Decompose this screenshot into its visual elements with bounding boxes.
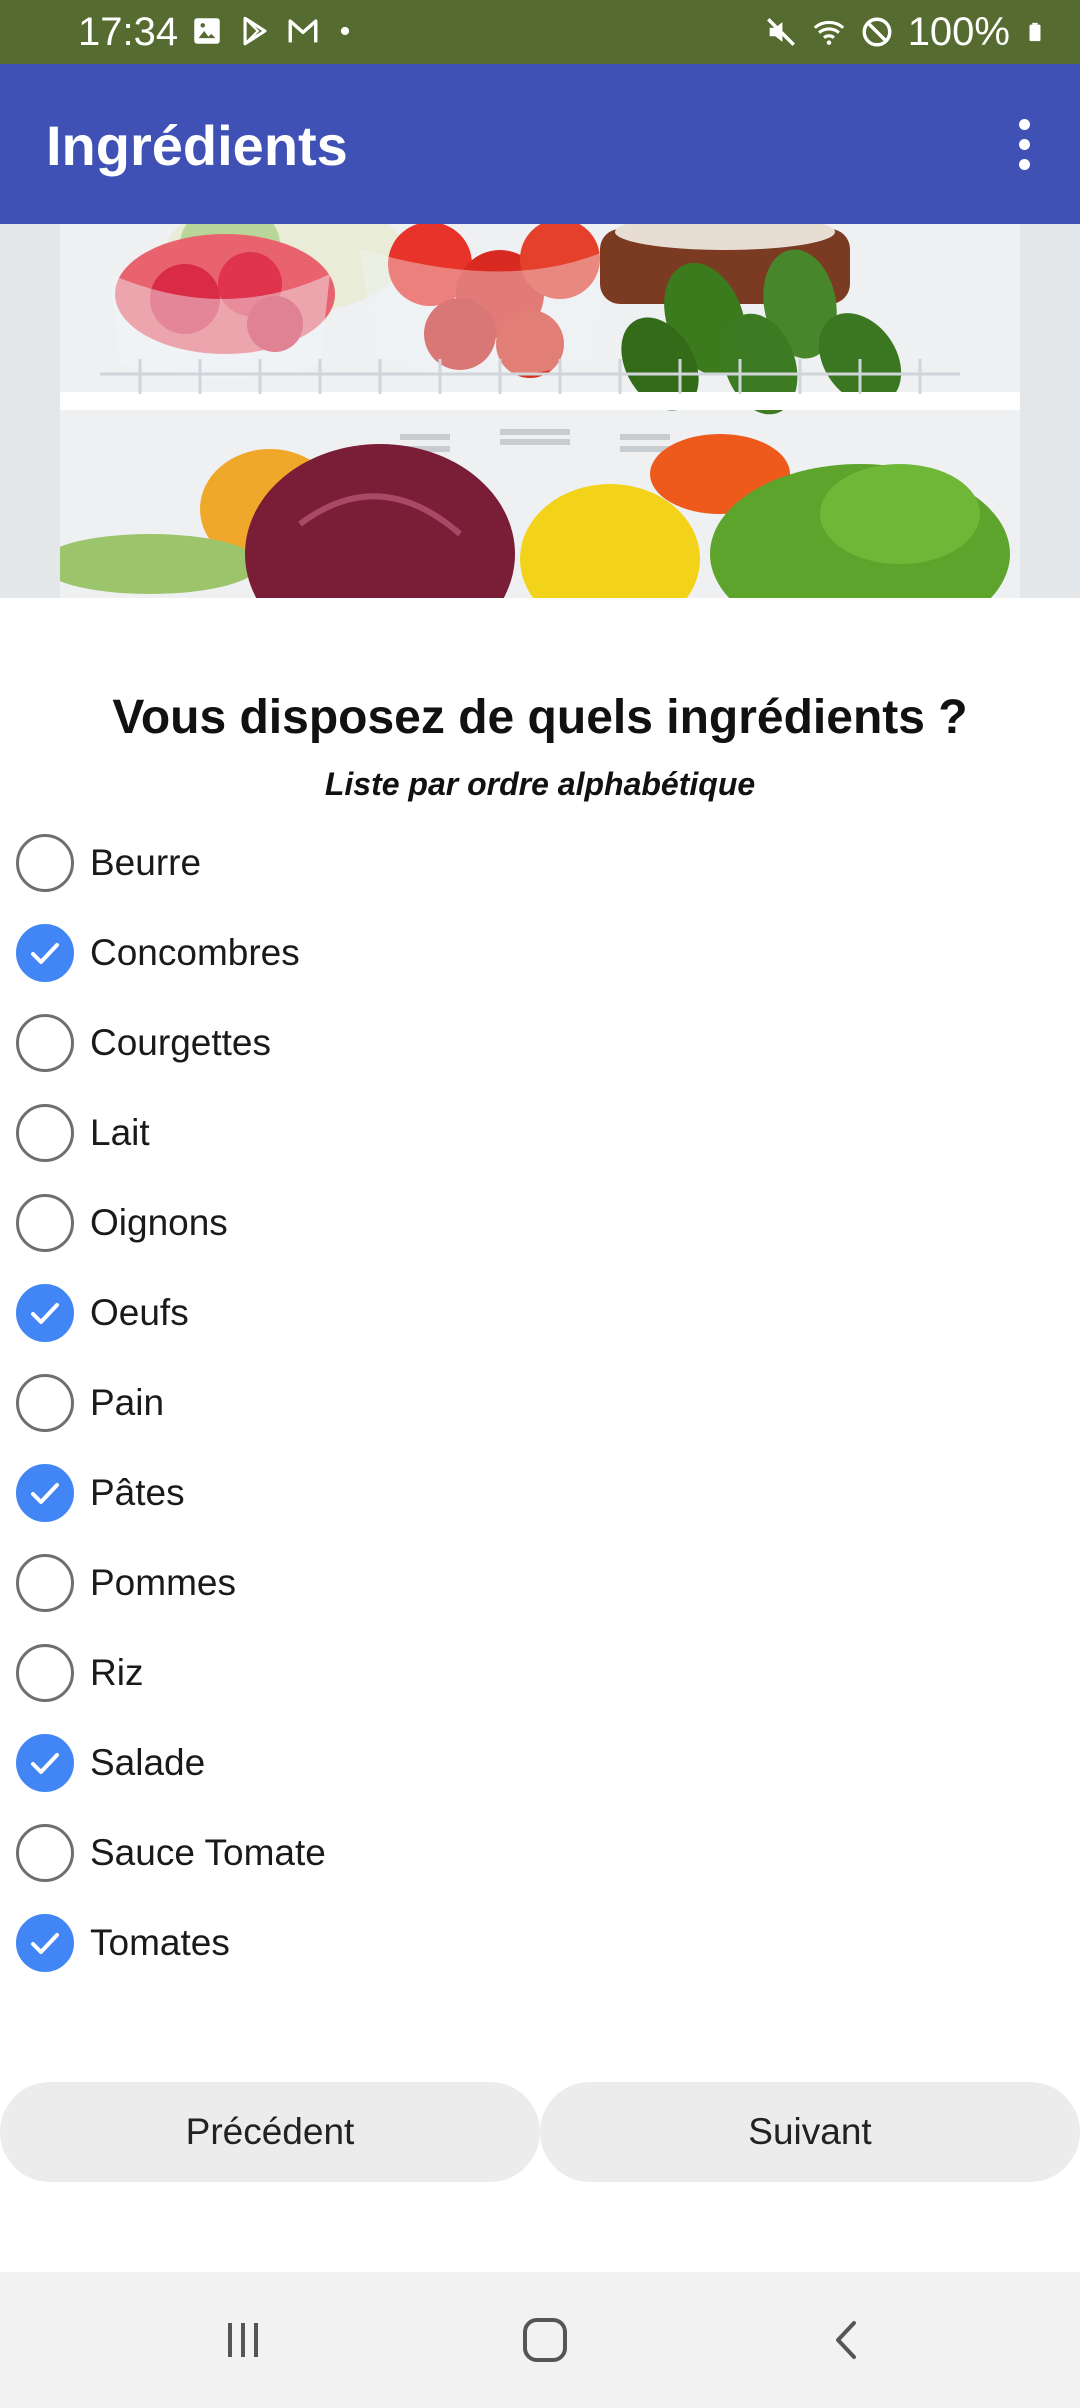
- check-icon: [31, 1753, 59, 1774]
- gmail-icon: [288, 19, 318, 43]
- ingredient-item[interactable]: Concombres: [0, 908, 1080, 998]
- play-store-icon: [243, 16, 267, 46]
- ingredient-checkbox[interactable]: [16, 1194, 74, 1252]
- ingredient-item[interactable]: Beurre: [0, 818, 1080, 908]
- recents-icon[interactable]: [198, 2300, 288, 2380]
- ingredient-list: Beurre Concombres Courgettes Lait Oignons Oeu…: [0, 818, 1080, 1988]
- ingredient-checkbox[interactable]: [16, 1374, 74, 1432]
- dot-icon: [340, 26, 350, 36]
- ingredient-item[interactable]: Riz: [0, 1628, 1080, 1718]
- ingredient-label: Salade: [90, 1742, 206, 1783]
- ingredient-checkbox[interactable]: [16, 1914, 74, 1972]
- check-icon: [31, 1303, 59, 1324]
- ingredient-label: Concombres: [90, 932, 300, 973]
- page-title: Ingrédients: [46, 114, 348, 177]
- ingredient-checkbox[interactable]: [16, 1104, 74, 1162]
- ingredient-item[interactable]: Tomates: [0, 1898, 1080, 1988]
- status-bar: 17:34 100%: [0, 0, 1080, 64]
- do-not-disturb-icon: [862, 17, 892, 47]
- ingredient-label: Beurre: [90, 842, 202, 883]
- back-icon[interactable]: [802, 2300, 892, 2380]
- ingredient-item[interactable]: Sauce Tomate: [0, 1808, 1080, 1898]
- status-time: 17:34: [78, 10, 179, 54]
- more-vertical-icon[interactable]: [988, 108, 1060, 180]
- ingredient-checkbox[interactable]: [16, 834, 74, 892]
- fridge-vegetables-image: [0, 224, 1080, 598]
- previous-button[interactable]: Précédent: [0, 2082, 540, 2182]
- battery-icon: [1029, 22, 1041, 42]
- check-icon: [31, 943, 59, 964]
- ingredient-checkbox[interactable]: [16, 1464, 74, 1522]
- ingredient-label: Oeufs: [90, 1292, 189, 1333]
- ingredient-item[interactable]: Lait: [0, 1088, 1080, 1178]
- ingredient-label: Pain: [90, 1382, 165, 1423]
- ingredient-label: Sauce Tomate: [90, 1832, 326, 1873]
- ingredient-checkbox[interactable]: [16, 1014, 74, 1072]
- battery-percent: 100%: [907, 10, 1010, 54]
- ingredient-label: Courgettes: [90, 1022, 271, 1063]
- check-icon: [31, 1483, 59, 1504]
- check-icon: [31, 1933, 59, 1954]
- ingredient-label: Riz: [90, 1652, 144, 1693]
- ingredient-item[interactable]: Pommes: [0, 1538, 1080, 1628]
- ingredient-checkbox[interactable]: [16, 924, 74, 982]
- ingredient-item[interactable]: Oeufs: [0, 1268, 1080, 1358]
- ingredient-label: Oignons: [90, 1202, 228, 1243]
- ingredient-label: Tomates: [90, 1922, 230, 1963]
- notification-icons: [190, 14, 356, 48]
- ingredient-item[interactable]: Salade: [0, 1718, 1080, 1808]
- system-navigation-bar: [0, 2272, 1080, 2408]
- ingredient-checkbox[interactable]: [16, 1554, 74, 1612]
- home-icon[interactable]: [500, 2300, 590, 2380]
- ingredient-label: Lait: [90, 1112, 150, 1153]
- image-icon: [194, 18, 220, 44]
- ingredient-item[interactable]: Pâtes: [0, 1448, 1080, 1538]
- system-icons: 100%: [764, 10, 1046, 54]
- question-subtitle: Liste par ordre alphabétique: [324, 766, 756, 802]
- fridge-illustration: [0, 224, 1080, 598]
- ingredient-checkbox[interactable]: [16, 1284, 74, 1342]
- ingredient-checkbox[interactable]: [16, 1644, 74, 1702]
- ingredient-item[interactable]: Oignons: [0, 1178, 1080, 1268]
- ingredient-label: Pommes: [90, 1562, 236, 1603]
- question-title: Vous disposez de quels ingrédients ?: [112, 691, 968, 744]
- wifi-icon: [813, 20, 844, 45]
- ingredient-checkbox[interactable]: [16, 1734, 74, 1792]
- ingredient-item[interactable]: Pain: [0, 1358, 1080, 1448]
- ingredient-item[interactable]: Courgettes: [0, 998, 1080, 1088]
- ingredient-checkbox[interactable]: [16, 1824, 74, 1882]
- mute-icon: [766, 18, 795, 46]
- app-bar: Ingrédients: [0, 64, 1080, 224]
- ingredient-label: Pâtes: [90, 1472, 185, 1513]
- next-button[interactable]: Suivant: [540, 2082, 1080, 2182]
